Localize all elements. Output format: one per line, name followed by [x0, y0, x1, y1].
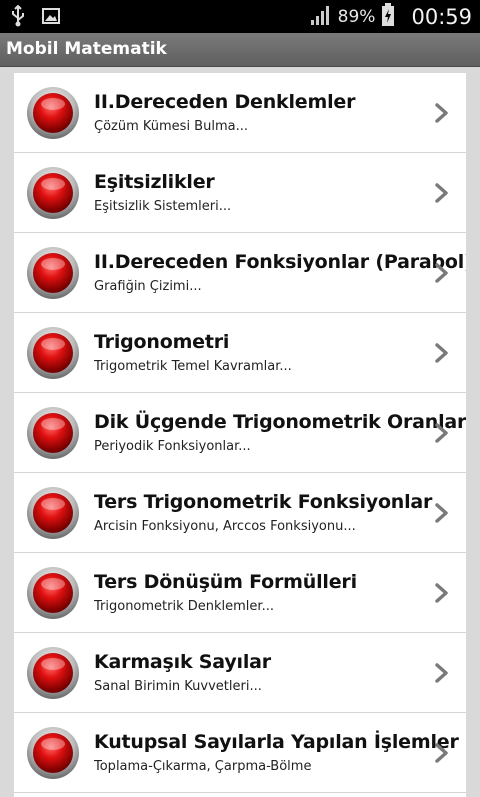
chevron-right-icon [435, 103, 448, 123]
item-title: Dik Üçgende Trigonometrik Oranlar [94, 411, 466, 433]
item-title: Ters Trigonometrik Fonksiyonlar [94, 491, 433, 513]
chevron-right-icon [435, 583, 448, 603]
red-button-icon [27, 567, 79, 619]
image-icon [42, 8, 60, 28]
list-item[interactable]: Karmaşık Sayılar Sanal Birimin Kuvvetleri… [14, 633, 466, 713]
item-subtitle: Sanal Birimin Kuvvetleri... [94, 679, 262, 694]
usb-icon [10, 4, 26, 31]
list-item[interactable]: Trigonometri Trigometrik Temel Kavramlar.… [14, 313, 466, 393]
item-subtitle: Toplama-Çıkarma, Çarpma-Bölme [94, 759, 312, 774]
battery-percentage: 89% [337, 6, 376, 27]
list-item[interactable]: II.Dereceden Fonksiyonlar (Parabol) Grafi… [14, 233, 466, 313]
app-title: Mobil Matematik [6, 39, 167, 59]
list-item[interactable]: Eşitsizlikler Eşitsizlik Sistemleri... [14, 153, 466, 233]
clock: 00:59 [411, 4, 472, 29]
red-button-icon [27, 87, 79, 139]
signal-icon [310, 5, 332, 29]
item-title: II.Dereceden Denklemler [94, 91, 356, 113]
battery-icon [381, 2, 395, 31]
list-item[interactable]: II.Dereceden Denklemler Çözüm Kümesi Bulm… [14, 73, 466, 153]
item-subtitle: Arcisin Fonksiyonu, Arccos Fonksiyonu... [94, 519, 356, 534]
item-title: II.Dereceden Fonksiyonlar (Parabol) [94, 251, 466, 273]
red-button-icon [27, 407, 79, 459]
item-title: Eşitsizlikler [94, 171, 215, 193]
status-bar: 89% 00:59 [0, 0, 480, 33]
list-item[interactable]: Dik Üçgende Trigonometrik Oranlar Periyod… [14, 393, 466, 473]
list-item[interactable]: Ters Trigonometrik Fonksiyonlar Arcisin F… [14, 473, 466, 553]
item-subtitle: Eşitsizlik Sistemleri... [94, 199, 232, 214]
list-item[interactable]: Kutupsal Sayılarla Yapılan İşlemler Topla… [14, 713, 466, 793]
item-title: Trigonometri [94, 331, 230, 353]
chevron-right-icon [435, 423, 448, 443]
chevron-right-icon [435, 343, 448, 363]
app-title-bar: Mobil Matematik [0, 33, 480, 67]
topic-list[interactable]: II.Dereceden Denklemler Çözüm Kümesi Bulm… [14, 73, 466, 797]
item-subtitle: Çözüm Kümesi Bulma... [94, 119, 248, 134]
item-title: Karmaşık Sayılar [94, 651, 271, 673]
red-button-icon [27, 327, 79, 379]
chevron-right-icon [435, 743, 448, 763]
chevron-right-icon [435, 503, 448, 523]
item-subtitle: Periyodik Fonksiyonlar... [94, 439, 251, 454]
red-button-icon [27, 167, 79, 219]
item-title: Kutupsal Sayılarla Yapılan İşlemler [94, 731, 459, 753]
item-subtitle: Trigometrik Temel Kavramlar... [94, 359, 292, 374]
chevron-right-icon [435, 663, 448, 683]
item-title: Ters Dönüşüm Formülleri [94, 571, 357, 593]
item-subtitle: Trigonometrik Denklemler... [94, 599, 274, 614]
chevron-right-icon [435, 183, 448, 203]
chevron-right-icon [435, 263, 448, 283]
list-item[interactable]: Ters Dönüşüm Formülleri Trigonometrik Den… [14, 553, 466, 633]
red-button-icon [27, 487, 79, 539]
item-subtitle: Grafiğin Çizimi... [94, 279, 202, 294]
red-button-icon [27, 247, 79, 299]
red-button-icon [27, 647, 79, 699]
red-button-icon [27, 727, 79, 779]
